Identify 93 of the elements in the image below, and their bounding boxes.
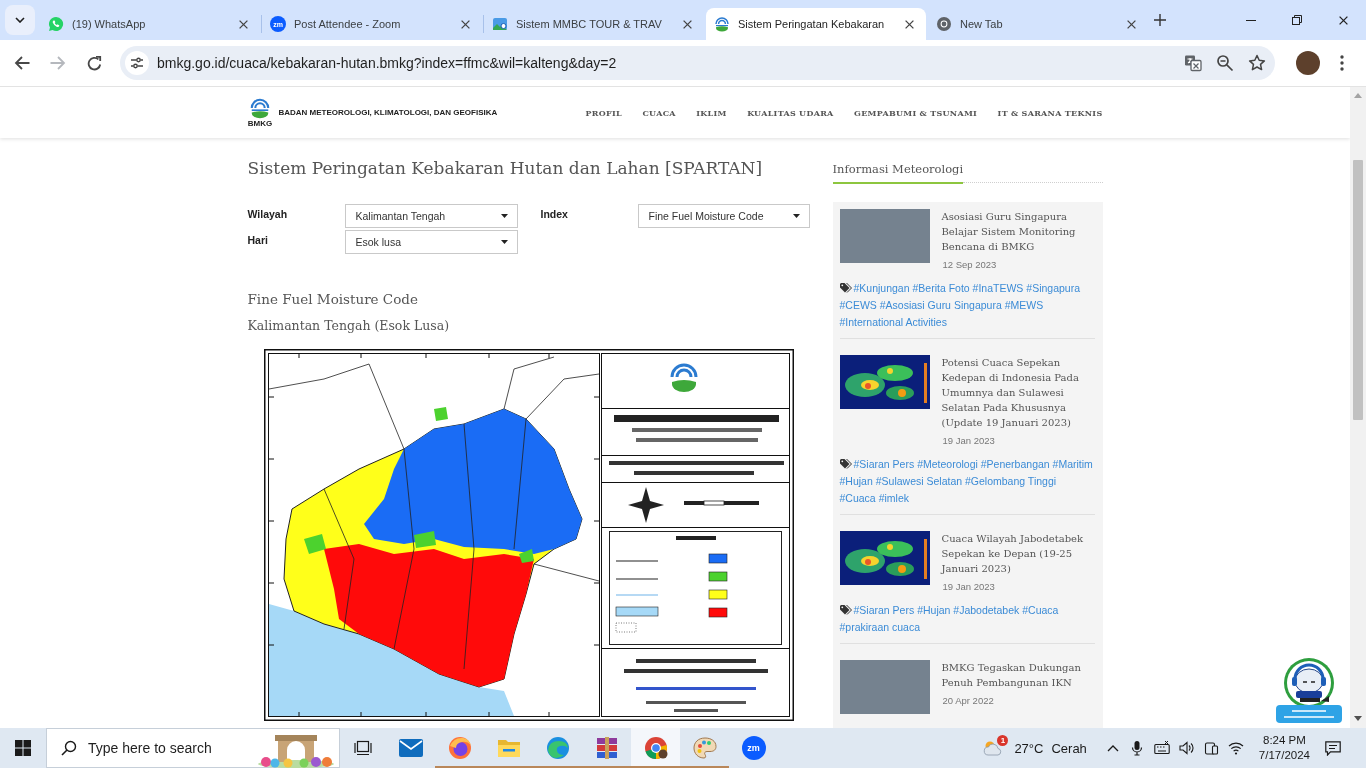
back-icon[interactable]: [14, 56, 30, 70]
app-logo: zm: [741, 736, 766, 760]
field-label: Wilayah: [247, 207, 288, 221]
article-title[interactable]: Potensi Cuaca Sepekan Kedepan di Indonesia Pada Umumnya dan Sulawesi Selatan Pada Khususnya (Update 19 Januari 2023): [941, 355, 1095, 430]
browser-tab[interactable]: Sistem MMBC TOUR & TRAV: [484, 8, 704, 40]
caret-icon: [500, 214, 508, 218]
books-icon: [594, 737, 619, 759]
article-title[interactable]: Asosiasi Guru Singapura Belajar Sistem Monitoring Bencana di BMKG: [941, 209, 1095, 254]
page-title: Sistem Peringatan Kebakaran Hutan dan Lahan [SPARTAN]: [247, 157, 764, 180]
notification-badge: 1: [997, 735, 1009, 746]
scrollbar[interactable]: [1350, 87, 1366, 728]
scroll-down-icon[interactable]: [1354, 716, 1362, 721]
keyboard-icon[interactable]: [1154, 740, 1171, 756]
close-icon[interactable]: [1338, 15, 1348, 25]
tab-search-button[interactable]: [5, 5, 35, 35]
article-date: 19 Jan 2023: [942, 581, 995, 593]
nav-link[interactable]: CUACA: [642, 106, 676, 119]
close-icon[interactable]: [905, 19, 914, 29]
palette-icon: [692, 737, 717, 759]
article-date: 19 Jan 2023: [942, 435, 995, 447]
search-field[interactable]: Type here to search: [88, 738, 238, 758]
segmented-circle-icon: [643, 736, 668, 760]
translate-icon[interactable]: [1184, 54, 1202, 72]
dropdown[interactable]: Kalimantan Tengah: [344, 204, 518, 228]
caret-icon: [792, 214, 800, 218]
temperature-text[interactable]: 27°C: [1014, 740, 1044, 756]
address-bar[interactable]: bmkg.go.id/cuaca/kebakaran-hutan.bmkg?index=ffmc&wil=kalteng&day=2: [120, 46, 1275, 80]
close-icon[interactable]: [239, 19, 248, 29]
swirl-icon: [545, 736, 570, 760]
zoom-out-icon[interactable]: [1216, 54, 1234, 72]
field-label: Index: [540, 207, 568, 221]
map-title: Fine Fuel Moisture Code: [247, 290, 419, 309]
article-date: 12 Sep 2023: [942, 259, 997, 271]
flame-globe-icon: [447, 736, 472, 760]
ring-logo-icon: [936, 16, 952, 32]
kebab-menu-icon[interactable]: [1340, 55, 1344, 71]
cloud-sun-icon[interactable]: [983, 740, 1004, 756]
site-title[interactable]: BADAN METEOROLOGI, KLIMATOLOGI, DAN GEOFISIKA: [278, 106, 498, 119]
minimize-icon[interactable]: [1246, 19, 1256, 21]
taskbar-app-button[interactable]: zm: [729, 728, 778, 768]
article-title[interactable]: BMKG Tegaskan Dukungan Penuh Pembangunan IKN: [941, 660, 1095, 690]
message-icon[interactable]: [1325, 740, 1341, 756]
nav-link[interactable]: PROFIL: [585, 106, 622, 119]
nav-link[interactable]: KUALITAS UDARA: [747, 106, 834, 119]
close-icon[interactable]: [1127, 19, 1136, 29]
dropdown[interactable]: Esok lusa: [344, 230, 518, 254]
tag-link[interactable]: #imlek: [878, 492, 909, 504]
tag-icon: [839, 605, 852, 615]
arcs-logo-icon: [249, 97, 271, 119]
site-info-button[interactable]: [125, 51, 149, 75]
browser-tab[interactable]: (19) WhatsApp: [40, 8, 260, 40]
tag-icon: [839, 283, 852, 293]
plus-icon[interactable]: [1154, 14, 1166, 26]
profile-avatar[interactable]: [1296, 51, 1320, 75]
scrollbar-thumb[interactable]: [1353, 160, 1363, 420]
clock-date[interactable]: 7/17/2024: [1258, 748, 1310, 763]
close-icon[interactable]: [461, 19, 470, 29]
phone-bubble-icon: [48, 16, 64, 32]
clock-time[interactable]: 8:24 PM: [1263, 733, 1306, 748]
reload-icon[interactable]: [86, 55, 102, 71]
restore-icon[interactable]: [1292, 15, 1302, 25]
browser-tab[interactable]: Sistem Peringatan Kebakaran: [706, 8, 926, 40]
article-title[interactable]: Cuaca Wilayah Jabodetabek Sepekan ke Depan (19-25 Januari 2023): [941, 531, 1095, 576]
dropdown[interactable]: Fine Fuel Moisture Code: [637, 204, 810, 228]
search-icon: [61, 740, 77, 756]
windows-logo-icon: [15, 740, 31, 756]
arcs-logo-icon: [714, 16, 730, 32]
nav-link[interactable]: GEMPABUMI & TSUNAMI: [854, 106, 978, 119]
star-icon[interactable]: [1248, 54, 1266, 72]
chevron-down-icon: [15, 17, 25, 23]
folder-icon: [496, 738, 521, 758]
sliders-icon: [130, 57, 144, 69]
speaker-icon[interactable]: [1178, 740, 1195, 756]
wifi-icon[interactable]: [1227, 740, 1244, 756]
caret-icon: [500, 240, 508, 244]
nav-link[interactable]: IKLIM: [696, 106, 727, 119]
field-label: Hari: [247, 233, 268, 247]
logo-text: BMKG: [247, 119, 273, 128]
device-icon[interactable]: [1203, 740, 1220, 756]
weather-condition-text[interactable]: Cerah: [1051, 740, 1087, 756]
envelope-icon: [398, 739, 423, 757]
task-view-icon: [354, 740, 372, 756]
search-box[interactable]: Type here to search: [46, 728, 340, 768]
article-date: 20 Apr 2022: [942, 695, 994, 707]
live-chat-drawing[interactable]: [1276, 657, 1342, 723]
browser-tab[interactable]: New Tab: [928, 8, 1148, 40]
tag-icon: [839, 459, 852, 469]
picture-icon: [492, 16, 508, 32]
nav-link[interactable]: IT & SARANA TEKNIS: [997, 106, 1103, 119]
close-icon[interactable]: [683, 19, 692, 29]
map-subtitle: Kalimantan Tengah (Esok Lusa): [247, 317, 451, 335]
taskbar-app-button[interactable]: [631, 728, 680, 768]
section-heading: Informasi Meteorologi: [832, 159, 964, 184]
